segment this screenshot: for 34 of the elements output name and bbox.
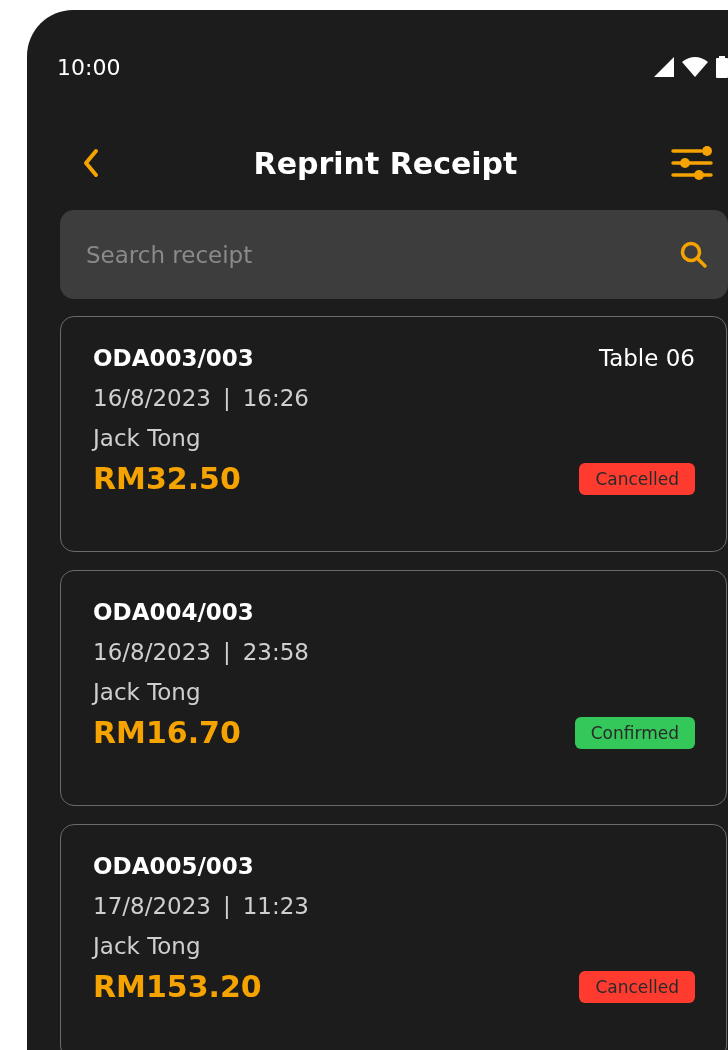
order-date: 16/8/2023 xyxy=(93,385,211,411)
search-icon[interactable] xyxy=(680,240,708,269)
search-input[interactable]: Search receipt xyxy=(84,240,680,269)
page-title: Reprint Receipt xyxy=(253,145,518,181)
order-time: 23:58 xyxy=(242,639,309,665)
separator: | xyxy=(222,385,231,411)
order-amount: RM16.70 xyxy=(93,715,241,750)
signal-icon xyxy=(654,57,674,77)
order-time: 11:23 xyxy=(242,893,309,919)
status-badge: Confirmed xyxy=(574,716,695,749)
order-number: ODA005/003 xyxy=(93,853,254,879)
battery-icon xyxy=(716,56,728,78)
status-badge: Cancelled xyxy=(579,970,695,1003)
order-time: 16:26 xyxy=(242,385,309,411)
order-amount: RM153.20 xyxy=(93,969,262,1004)
customer-name: Jack Tong xyxy=(93,933,201,959)
wifi-icon xyxy=(682,57,708,77)
filter-button[interactable] xyxy=(671,145,713,181)
separator: | xyxy=(222,639,231,665)
order-amount: RM32.50 xyxy=(93,461,241,496)
table-number: Table 06 xyxy=(598,345,695,371)
order-number: ODA004/003 xyxy=(93,599,254,625)
status-badge: Cancelled xyxy=(579,462,695,495)
receipt-card[interactable]: ODA004/003 16/8/2023 | 23:58 Jack Tong RM16.70 Confirmed xyxy=(60,570,727,806)
customer-name: Jack Tong xyxy=(93,425,201,451)
search-field[interactable]: Search receipt xyxy=(60,210,728,299)
customer-name: Jack Tong xyxy=(93,679,201,705)
separator: | xyxy=(222,893,231,919)
back-button[interactable] xyxy=(82,148,100,178)
order-date: 17/8/2023 xyxy=(93,893,211,919)
receipt-card[interactable]: ODA003/003 Table 06 16/8/2023 | 16:26 Jack Tong RM32.50 Cancelled xyxy=(60,316,727,552)
order-date: 16/8/2023 xyxy=(93,639,211,665)
status-time: 10:00 xyxy=(57,54,121,80)
order-number: ODA003/003 xyxy=(93,345,254,371)
